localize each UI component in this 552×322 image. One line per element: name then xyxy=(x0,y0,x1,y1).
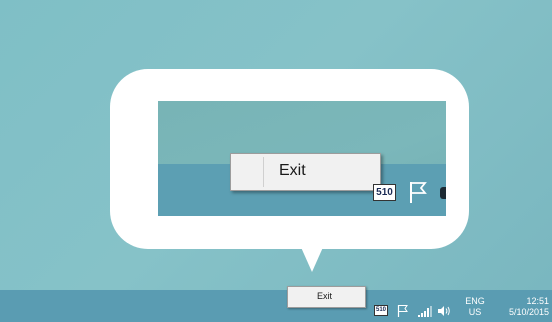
network-signal-icon[interactable] xyxy=(418,306,432,317)
exit-menu-item[interactable]: Exit xyxy=(317,291,332,301)
clock-date: 5/10/2015 xyxy=(508,307,549,317)
tray-context-menu: Exit xyxy=(287,286,366,308)
s10-app-icon[interactable]: 510 xyxy=(374,305,388,316)
zoomed-cropped-icon xyxy=(440,187,446,199)
clock-time: 12:51 xyxy=(526,296,549,306)
zoomed-s10-app-icon: 510 xyxy=(373,184,396,201)
zoomed-exit-menu-item: Exit xyxy=(279,162,306,179)
system-clock[interactable]: 12:51 5/10/2015 xyxy=(493,296,549,318)
zoomed-flag-icon xyxy=(410,182,427,203)
zoomed-context-menu: Exit xyxy=(230,153,381,191)
input-language-indicator[interactable]: ENG US xyxy=(458,296,492,318)
zoomed-view: Exit 510 xyxy=(158,101,446,216)
action-center-flag-icon[interactable] xyxy=(397,304,409,317)
zoom-callout-pointer xyxy=(300,245,324,272)
keyboard-layout-code: US xyxy=(468,307,482,317)
volume-icon[interactable] xyxy=(437,305,451,317)
menu-icon-column-divider xyxy=(263,157,264,187)
language-code: ENG xyxy=(465,296,485,306)
